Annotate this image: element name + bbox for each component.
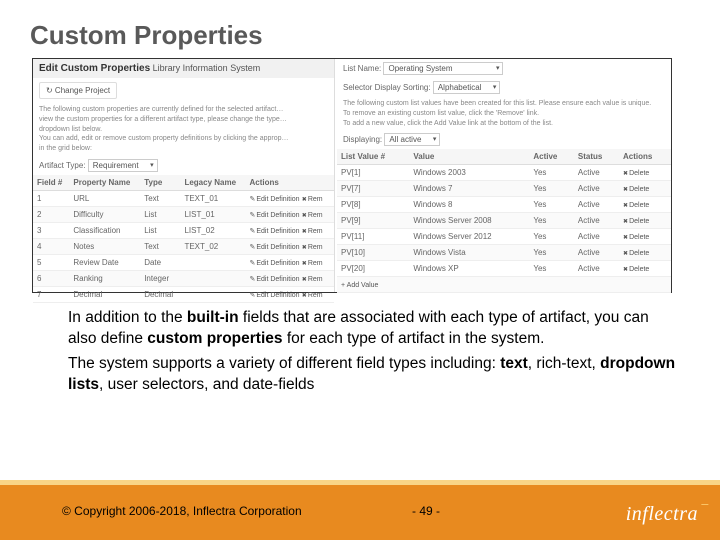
edit-icon[interactable]: Edit Definition: [249, 260, 299, 267]
delete-icon[interactable]: Delete: [623, 202, 649, 209]
table-row: PV[10]Windows VistaYesActiveDelete: [337, 245, 671, 261]
table-row: PV[7]Windows 7YesActiveDelete: [337, 181, 671, 197]
edit-icon[interactable]: Edit Definition: [249, 292, 299, 299]
table-row: PV[20]Windows XPYesActiveDelete: [337, 261, 671, 277]
table-row: 5Review DateDateEdit Definition Rem: [33, 254, 334, 270]
list-name-input[interactable]: Operating System: [383, 62, 503, 75]
display-sorting-select[interactable]: Alphabetical: [433, 81, 501, 94]
table-row: PV[11]Windows Server 2012YesActiveDelete: [337, 229, 671, 245]
screenshot-left-pane: Edit Custom Properties Library Informati…: [33, 59, 335, 292]
remove-icon[interactable]: Rem: [302, 260, 323, 267]
delete-icon[interactable]: Delete: [623, 186, 649, 193]
remove-icon[interactable]: Rem: [302, 212, 323, 219]
footer: © Copyright 2006-2018, Inflectra Corpora…: [0, 450, 720, 540]
table-row: 3ClassificationListLIST_02Edit Definitio…: [33, 222, 334, 238]
remove-icon[interactable]: Rem: [302, 244, 323, 251]
table-row: PV[8]Windows 8YesActiveDelete: [337, 197, 671, 213]
body-text: In addition to the built-in fields that …: [68, 308, 678, 400]
delete-icon[interactable]: Delete: [623, 218, 649, 225]
table-row: PV[1]Windows 2003YesActiveDelete: [337, 165, 671, 181]
remove-icon[interactable]: Rem: [302, 228, 323, 235]
table-row: 1URLTextTEXT_01Edit Definition Rem: [33, 190, 334, 206]
edit-icon[interactable]: Edit Definition: [249, 196, 299, 203]
edit-icon[interactable]: Edit Definition: [249, 228, 299, 235]
delete-icon[interactable]: Delete: [623, 234, 649, 241]
copyright: © Copyright 2006-2018, Inflectra Corpora…: [62, 504, 302, 518]
remove-icon[interactable]: Rem: [302, 292, 323, 299]
ss-header: Edit Custom Properties Library Informati…: [33, 59, 334, 78]
add-value-button[interactable]: + Add Value: [341, 282, 378, 289]
ss-desc: The following custom properties are curr…: [33, 103, 334, 156]
artifact-type-select[interactable]: Requirement: [88, 159, 158, 172]
delete-icon[interactable]: Delete: [623, 170, 649, 177]
logo-accent-icon: ⎯: [701, 497, 709, 513]
table-row: 7DecimalDecimalEdit Definition Rem: [33, 286, 334, 302]
table-row: 6RankingIntegerEdit Definition Rem: [33, 270, 334, 286]
change-project-button[interactable]: ↻ Change Project: [39, 82, 117, 99]
add-value-row: + Add Value: [337, 277, 671, 293]
edit-icon[interactable]: Edit Definition: [249, 244, 299, 251]
left-table: Field #Property NameTypeLegacy NameActio…: [33, 175, 334, 303]
right-desc: The following custom list values have be…: [337, 97, 671, 130]
remove-icon[interactable]: Rem: [302, 196, 323, 203]
delete-icon[interactable]: Delete: [623, 266, 649, 273]
remove-icon[interactable]: Rem: [302, 276, 323, 283]
screenshot-right-pane: List Name: Operating System Selector Dis…: [337, 59, 671, 292]
displaying-select[interactable]: All active: [384, 133, 440, 146]
edit-icon[interactable]: Edit Definition: [249, 276, 299, 283]
table-row: 4NotesTextTEXT_02Edit Definition Rem: [33, 238, 334, 254]
table-row: 2DifficultyListLIST_01Edit Definition Re…: [33, 206, 334, 222]
artifact-type-row: Artifact Type: Requirement: [33, 156, 334, 175]
right-table: List Value #ValueActiveStatusActions PV[…: [337, 149, 671, 293]
screenshot-panel: Edit Custom Properties Library Informati…: [32, 58, 672, 293]
page-number: - 49 -: [412, 504, 440, 518]
slide-title: Custom Properties: [0, 0, 720, 57]
inflectra-logo: inflectra⎯: [626, 503, 698, 526]
table-row: PV[9]Windows Server 2008YesActiveDelete: [337, 213, 671, 229]
edit-icon[interactable]: Edit Definition: [249, 212, 299, 219]
delete-icon[interactable]: Delete: [623, 250, 649, 257]
